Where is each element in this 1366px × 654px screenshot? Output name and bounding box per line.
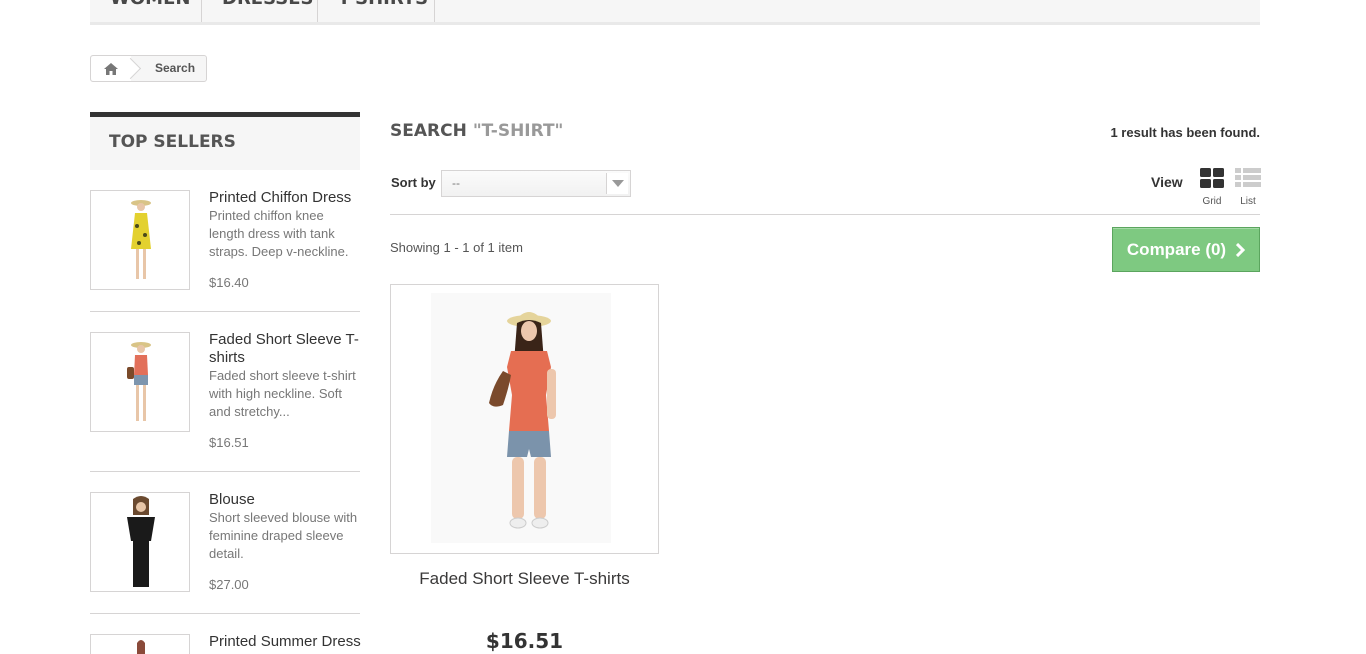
breadcrumb-home-link[interactable]	[91, 56, 131, 81]
top-seller-name-link[interactable]: Blouse	[209, 491, 361, 509]
nav-item-tshirts[interactable]: T-shirts	[318, 0, 435, 22]
compare-button[interactable]: Compare (0)	[1112, 227, 1260, 272]
view-label: View	[1151, 174, 1183, 190]
list-icon	[1235, 168, 1261, 187]
toolbar-divider	[390, 214, 1260, 215]
top-seller-name-link[interactable]: Printed Summer Dress	[209, 633, 361, 651]
product-name-link[interactable]: Faded Short Sleeve T-shirts	[390, 569, 659, 589]
nav-item-dresses[interactable]: Dresses	[202, 0, 318, 22]
divider	[90, 311, 360, 312]
blouse-model-image	[127, 496, 155, 587]
tshirt-model-image	[127, 342, 151, 421]
top-sellers-block: TOP SELLERS	[90, 112, 360, 170]
home-icon	[104, 62, 118, 75]
breadcrumb-current: Search	[155, 61, 196, 75]
chevron-down-icon	[606, 173, 628, 194]
product-image-link[interactable]	[390, 284, 659, 554]
top-seller-info: Blouse Short sleeved blouse with feminin…	[209, 491, 361, 592]
product-image	[391, 285, 658, 553]
compare-button-label: Compare (0)	[1126, 239, 1227, 259]
product-thumbnail[interactable]	[90, 492, 190, 592]
divider	[90, 471, 360, 472]
grid-caption: Grid	[1202, 196, 1222, 207]
top-seller-info: Printed Summer Dress	[209, 633, 361, 651]
nav-item-label: T-shirts	[338, 0, 428, 9]
chevron-right-icon	[1236, 242, 1246, 257]
view-list-button[interactable]: List	[1235, 168, 1261, 207]
search-heading: SEARCH "T-SHIRT"	[390, 121, 563, 141]
divider	[90, 613, 360, 614]
top-seller-description: Printed chiffon knee length dress with t…	[209, 208, 349, 259]
nav-item-label: Women	[110, 0, 190, 9]
top-seller-info: Faded Short Sleeve T-shirts Faded short …	[209, 331, 361, 450]
breadcrumb: Search	[90, 55, 208, 82]
product-thumbnail[interactable]	[90, 634, 190, 654]
grid-icon	[1200, 168, 1224, 188]
top-sellers-title[interactable]: TOP SELLERS	[109, 117, 360, 167]
top-sellers-header: TOP SELLERS	[90, 112, 360, 170]
view-grid-button[interactable]: Grid	[1200, 168, 1224, 207]
top-seller-info: Printed Chiffon Dress Printed chiffon kn…	[209, 189, 361, 290]
top-seller-name-link[interactable]: Faded Short Sleeve T-shirts	[209, 331, 361, 367]
search-label: SEARCH	[390, 121, 467, 141]
top-seller-description: Faded short sleeve t-shirt with high nec…	[209, 368, 356, 419]
top-seller-name-link[interactable]: Printed Chiffon Dress	[209, 189, 361, 207]
sort-label: Sort by	[391, 175, 436, 190]
top-seller-price: $16.51	[209, 435, 249, 450]
nav-item-women[interactable]: Women	[90, 0, 202, 22]
top-seller-price: $27.00	[209, 577, 249, 592]
nav-item-label: Dresses	[222, 0, 313, 9]
sort-select-value: --	[452, 176, 460, 190]
top-menu: Women Dresses T-shirts	[90, 0, 1260, 25]
showing-count: Showing 1 - 1 of 1 item	[390, 240, 523, 255]
dress-model-image	[131, 200, 151, 279]
product-thumbnail[interactable]	[90, 332, 190, 432]
top-seller-description: Short sleeved blouse with feminine drape…	[209, 510, 358, 561]
result-count: 1 result has been found.	[1110, 125, 1260, 140]
top-seller-price: $16.40	[209, 275, 249, 290]
list-caption: List	[1240, 196, 1256, 207]
product-price: $16.51	[485, 629, 564, 653]
search-term: "T-SHIRT"	[472, 121, 564, 141]
summer-dress-model-image	[137, 640, 145, 654]
sort-select[interactable]: --	[441, 170, 631, 197]
product-thumbnail[interactable]	[90, 190, 190, 290]
